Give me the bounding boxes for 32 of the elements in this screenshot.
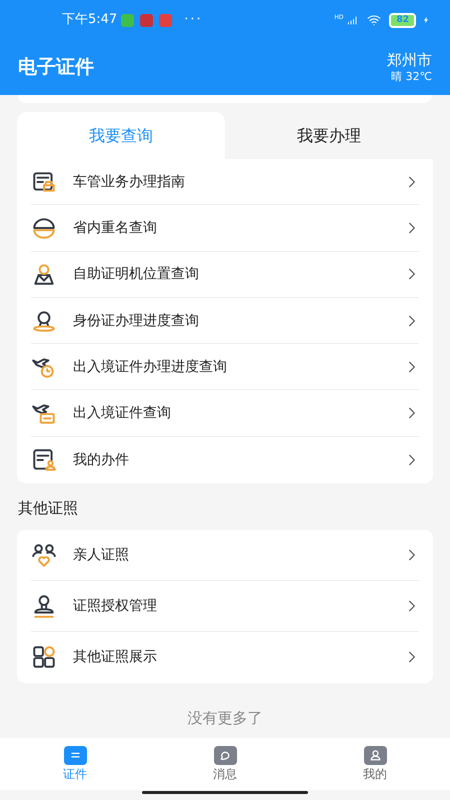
list-item[interactable]: 省内重名查询 (31, 205, 419, 252)
nav-tab[interactable]: 消息 (150, 738, 300, 790)
more-indicator: ··· (184, 11, 203, 30)
section-title: 其他证照 (18, 498, 79, 520)
list-item[interactable]: 出入境证件查询 (31, 390, 419, 437)
status-time: 下午5:47 (62, 11, 118, 30)
list-item[interactable]: 车管业务办理指南 (31, 159, 419, 206)
signal-icon (345, 14, 360, 26)
home-indicator[interactable] (142, 791, 308, 794)
weather-text: 晴 32℃ (391, 70, 432, 84)
list-item[interactable]: 亲人证照 (31, 530, 419, 581)
list-item[interactable]: 我的办件 (31, 436, 419, 484)
end-of-list-text: 没有更多了 (186, 708, 264, 729)
list-item[interactable]: 身份证办理进度查询 (31, 298, 419, 344)
battery-level: 82 (389, 12, 416, 28)
document-person-icon (31, 446, 57, 473)
page-title: 电子证件 (18, 55, 94, 80)
tab[interactable]: 我要办理 (225, 112, 433, 159)
chat-bubble-icon (214, 746, 236, 765)
list-icon (64, 746, 86, 765)
person-icon (364, 746, 386, 765)
grid-icon (31, 644, 57, 670)
nav-tab[interactable]: 我的 (300, 738, 450, 790)
app-notification-icon (159, 14, 172, 26)
list-item[interactable]: 出入境证件办理进度查询 (31, 344, 419, 390)
wifi-icon (365, 13, 384, 27)
app-notification-icon (121, 14, 134, 26)
people-heart-icon (31, 542, 57, 568)
list-item[interactable]: 自助证明机位置查询 (31, 252, 419, 298)
list-item[interactable]: 其他证照展示 (31, 632, 419, 683)
app-notification-icon (140, 14, 154, 26)
list-item[interactable]: 证照授权管理 (31, 580, 419, 632)
